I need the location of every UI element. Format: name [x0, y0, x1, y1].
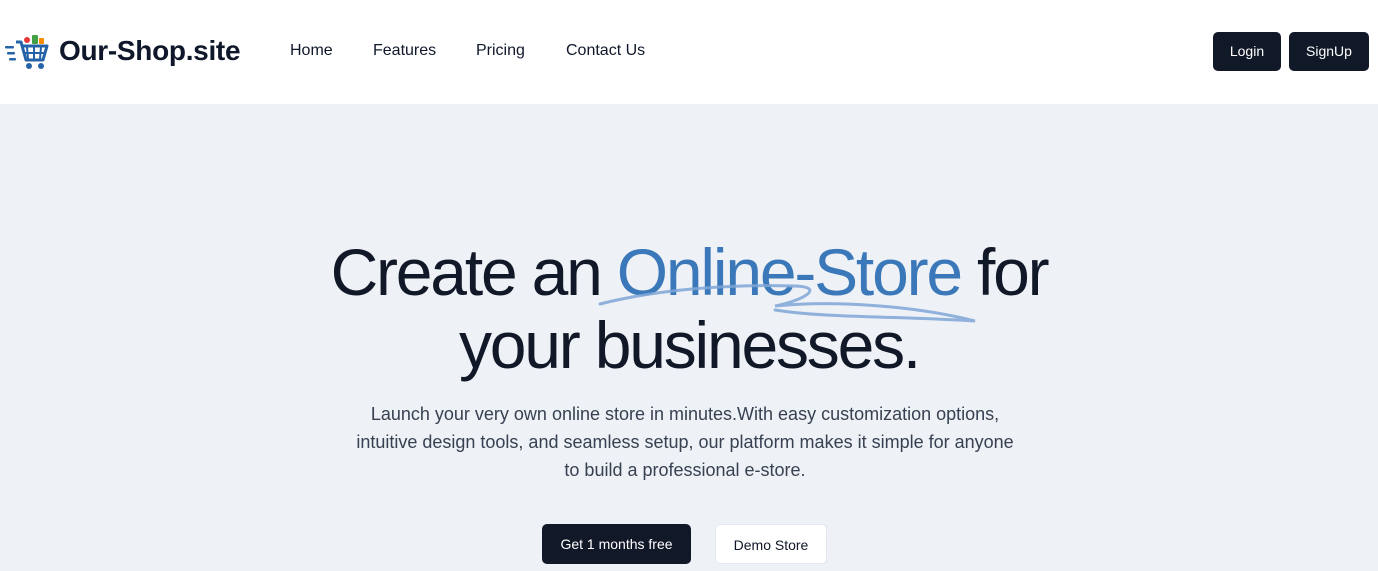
nav-features[interactable]: Features [373, 41, 436, 61]
shopping-cart-icon[interactable] [5, 33, 49, 71]
nav-pricing[interactable]: Pricing [476, 41, 525, 61]
nav-home[interactable]: Home [290, 41, 333, 61]
brand-name[interactable]: Our-Shop.site [59, 33, 241, 69]
login-button[interactable]: Login [1213, 32, 1281, 71]
hero-headline-line2: your businesses. [458, 308, 921, 382]
hero-section: Create an Online-Store for your business… [0, 104, 1378, 571]
get-free-months-button[interactable]: Get 1 months free [542, 524, 691, 564]
nav-contact-us[interactable]: Contact Us [566, 41, 645, 61]
site-header: Our-Shop.site Home Features Pricing Cont… [0, 0, 1378, 104]
hero-subtext: Launch your very own online store in min… [356, 404, 1014, 480]
signup-button[interactable]: SignUp [1289, 32, 1369, 71]
demo-store-button[interactable]: Demo Store [715, 524, 827, 564]
headline-start: Create an [330, 235, 617, 309]
